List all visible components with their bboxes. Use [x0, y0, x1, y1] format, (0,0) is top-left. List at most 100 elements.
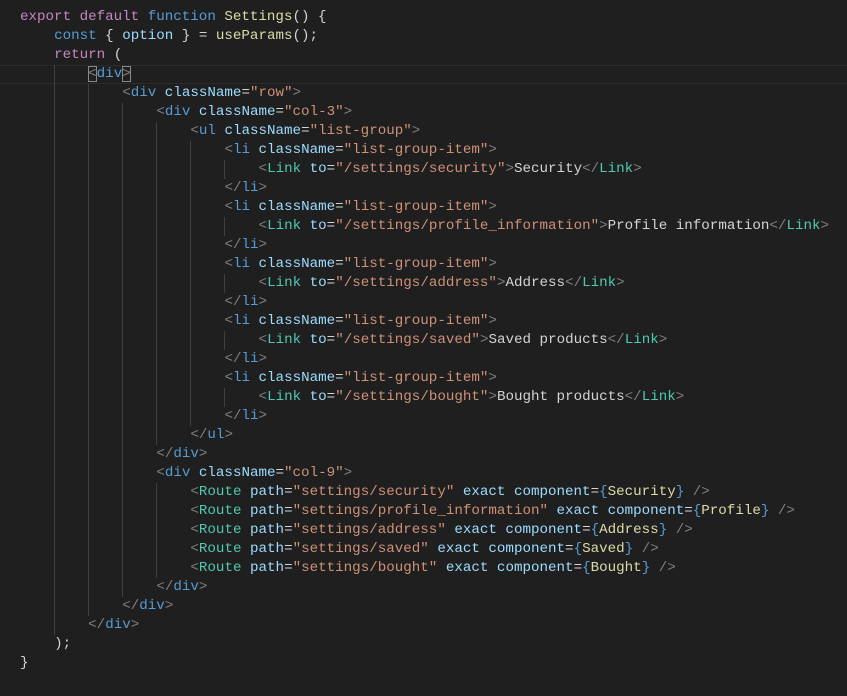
code-editor[interactable]: export default function Settings() {cons…: [0, 8, 847, 673]
indent-guide: [54, 559, 88, 578]
code-line[interactable]: </li>: [0, 293, 847, 312]
code-token: >: [198, 579, 208, 595]
code-line[interactable]: }: [0, 654, 847, 673]
code-token: =: [275, 465, 285, 481]
code-token: {: [590, 522, 600, 538]
code-line[interactable]: <li className="list-group-item">: [0, 312, 847, 331]
code-line[interactable]: </div>: [0, 578, 847, 597]
code-line[interactable]: );: [0, 635, 847, 654]
code-line[interactable]: <div className="col-9">: [0, 464, 847, 483]
code-token: <: [258, 332, 268, 348]
indent-guide: [54, 274, 88, 293]
code-token: li: [241, 294, 259, 310]
indent-guide: [122, 502, 156, 521]
code-token: "list-group-item": [343, 142, 489, 158]
code-line[interactable]: <ul className="list-group">: [0, 122, 847, 141]
code-token: "list-group-item": [343, 370, 489, 386]
code-token: "/settings/profile_information": [335, 218, 600, 234]
indent-guide: [190, 236, 224, 255]
code-token: "list-group": [309, 123, 412, 139]
indent-guide: [122, 559, 156, 578]
code-token: >: [488, 142, 497, 158]
code-token: ul: [198, 123, 216, 139]
code-line[interactable]: <Route path="settings/profile_informatio…: [0, 502, 847, 521]
indent-guide: [122, 483, 156, 502]
indent-guide: [156, 483, 190, 502]
code-line[interactable]: <div className="col-3">: [0, 103, 847, 122]
code-token: Route: [198, 522, 242, 538]
code-line[interactable]: <Link to="/settings/bought">Bought produ…: [0, 388, 847, 407]
code-line[interactable]: </div>: [0, 597, 847, 616]
code-token: <: [224, 142, 233, 158]
code-line[interactable]: <Route path="settings/saved" exact compo…: [0, 540, 847, 559]
code-token: Bought: [590, 560, 642, 576]
code-line[interactable]: </li>: [0, 350, 847, 369]
indent-guide: [190, 198, 224, 217]
code-line[interactable]: const { option } = useParams();: [0, 27, 847, 46]
code-token: }: [675, 484, 685, 500]
code-line[interactable]: <li className="list-group-item">: [0, 255, 847, 274]
code-token: path: [241, 503, 285, 519]
code-token: {: [573, 541, 583, 557]
indent-guide: [20, 46, 54, 65]
code-token: "row": [249, 85, 293, 101]
indent-guide: [88, 540, 122, 559]
code-token: </: [156, 579, 174, 595]
code-line[interactable]: </li>: [0, 236, 847, 255]
code-line[interactable]: <li className="list-group-item">: [0, 369, 847, 388]
code-token: >: [258, 180, 268, 196]
code-line[interactable]: <Route path="settings/address" exact com…: [0, 521, 847, 540]
indent-guide: [190, 160, 224, 179]
code-token: =: [590, 484, 600, 500]
code-line[interactable]: </li>: [0, 407, 847, 426]
indent-guide: [156, 160, 190, 179]
code-line[interactable]: </ul>: [0, 426, 847, 445]
code-line[interactable]: <div>: [0, 65, 847, 84]
indent-guide: [88, 407, 122, 426]
code-token: <: [190, 560, 199, 576]
code-token: =: [335, 370, 344, 386]
code-token: path: [241, 541, 285, 557]
indent-guide: [20, 179, 54, 198]
code-token: >: [224, 427, 233, 443]
indent-guide: [20, 559, 54, 578]
code-token: =: [573, 560, 583, 576]
indent-guide: [54, 540, 88, 559]
code-token: Link: [624, 332, 659, 348]
code-line[interactable]: <li className="list-group-item">: [0, 198, 847, 217]
indent-guide: [20, 122, 54, 141]
code-line[interactable]: export default function Settings() {: [0, 8, 847, 27]
code-line[interactable]: <Link to="/settings/security">Security</…: [0, 160, 847, 179]
code-token: {: [692, 503, 702, 519]
code-token: div: [130, 85, 157, 101]
code-line[interactable]: <Link to="/settings/address">Address</Li…: [0, 274, 847, 293]
code-token: <: [190, 123, 199, 139]
code-line[interactable]: </li>: [0, 179, 847, 198]
code-token: =: [335, 142, 344, 158]
code-line[interactable]: <li className="list-group-item">: [0, 141, 847, 160]
code-token: Link: [582, 275, 617, 291]
indent-guide: [156, 122, 190, 141]
indent-guide: [156, 540, 190, 559]
code-line[interactable]: <Route path="settings/security" exact co…: [0, 483, 847, 502]
indent-guide: [122, 521, 156, 540]
code-token: Address: [505, 275, 566, 291]
code-line[interactable]: return (: [0, 46, 847, 65]
code-line[interactable]: </div>: [0, 616, 847, 635]
code-token: <: [258, 218, 268, 234]
indent-guide: [122, 426, 156, 445]
code-line[interactable]: <Link to="/settings/saved">Saved product…: [0, 331, 847, 350]
code-token: </: [224, 351, 242, 367]
code-token: <: [224, 256, 233, 272]
indent-guide: [20, 521, 54, 540]
code-token: >: [599, 218, 608, 234]
indent-guide: [20, 217, 54, 236]
code-token: li: [241, 408, 259, 424]
code-line[interactable]: </div>: [0, 445, 847, 464]
code-token: "settings/address": [292, 522, 446, 538]
code-line[interactable]: <Route path="settings/bought" exact comp…: [0, 559, 847, 578]
code-line[interactable]: <div className="row">: [0, 84, 847, 103]
indent-guide: [54, 65, 88, 84]
code-line[interactable]: <Link to="/settings/profile_information"…: [0, 217, 847, 236]
indent-guide: [122, 179, 156, 198]
